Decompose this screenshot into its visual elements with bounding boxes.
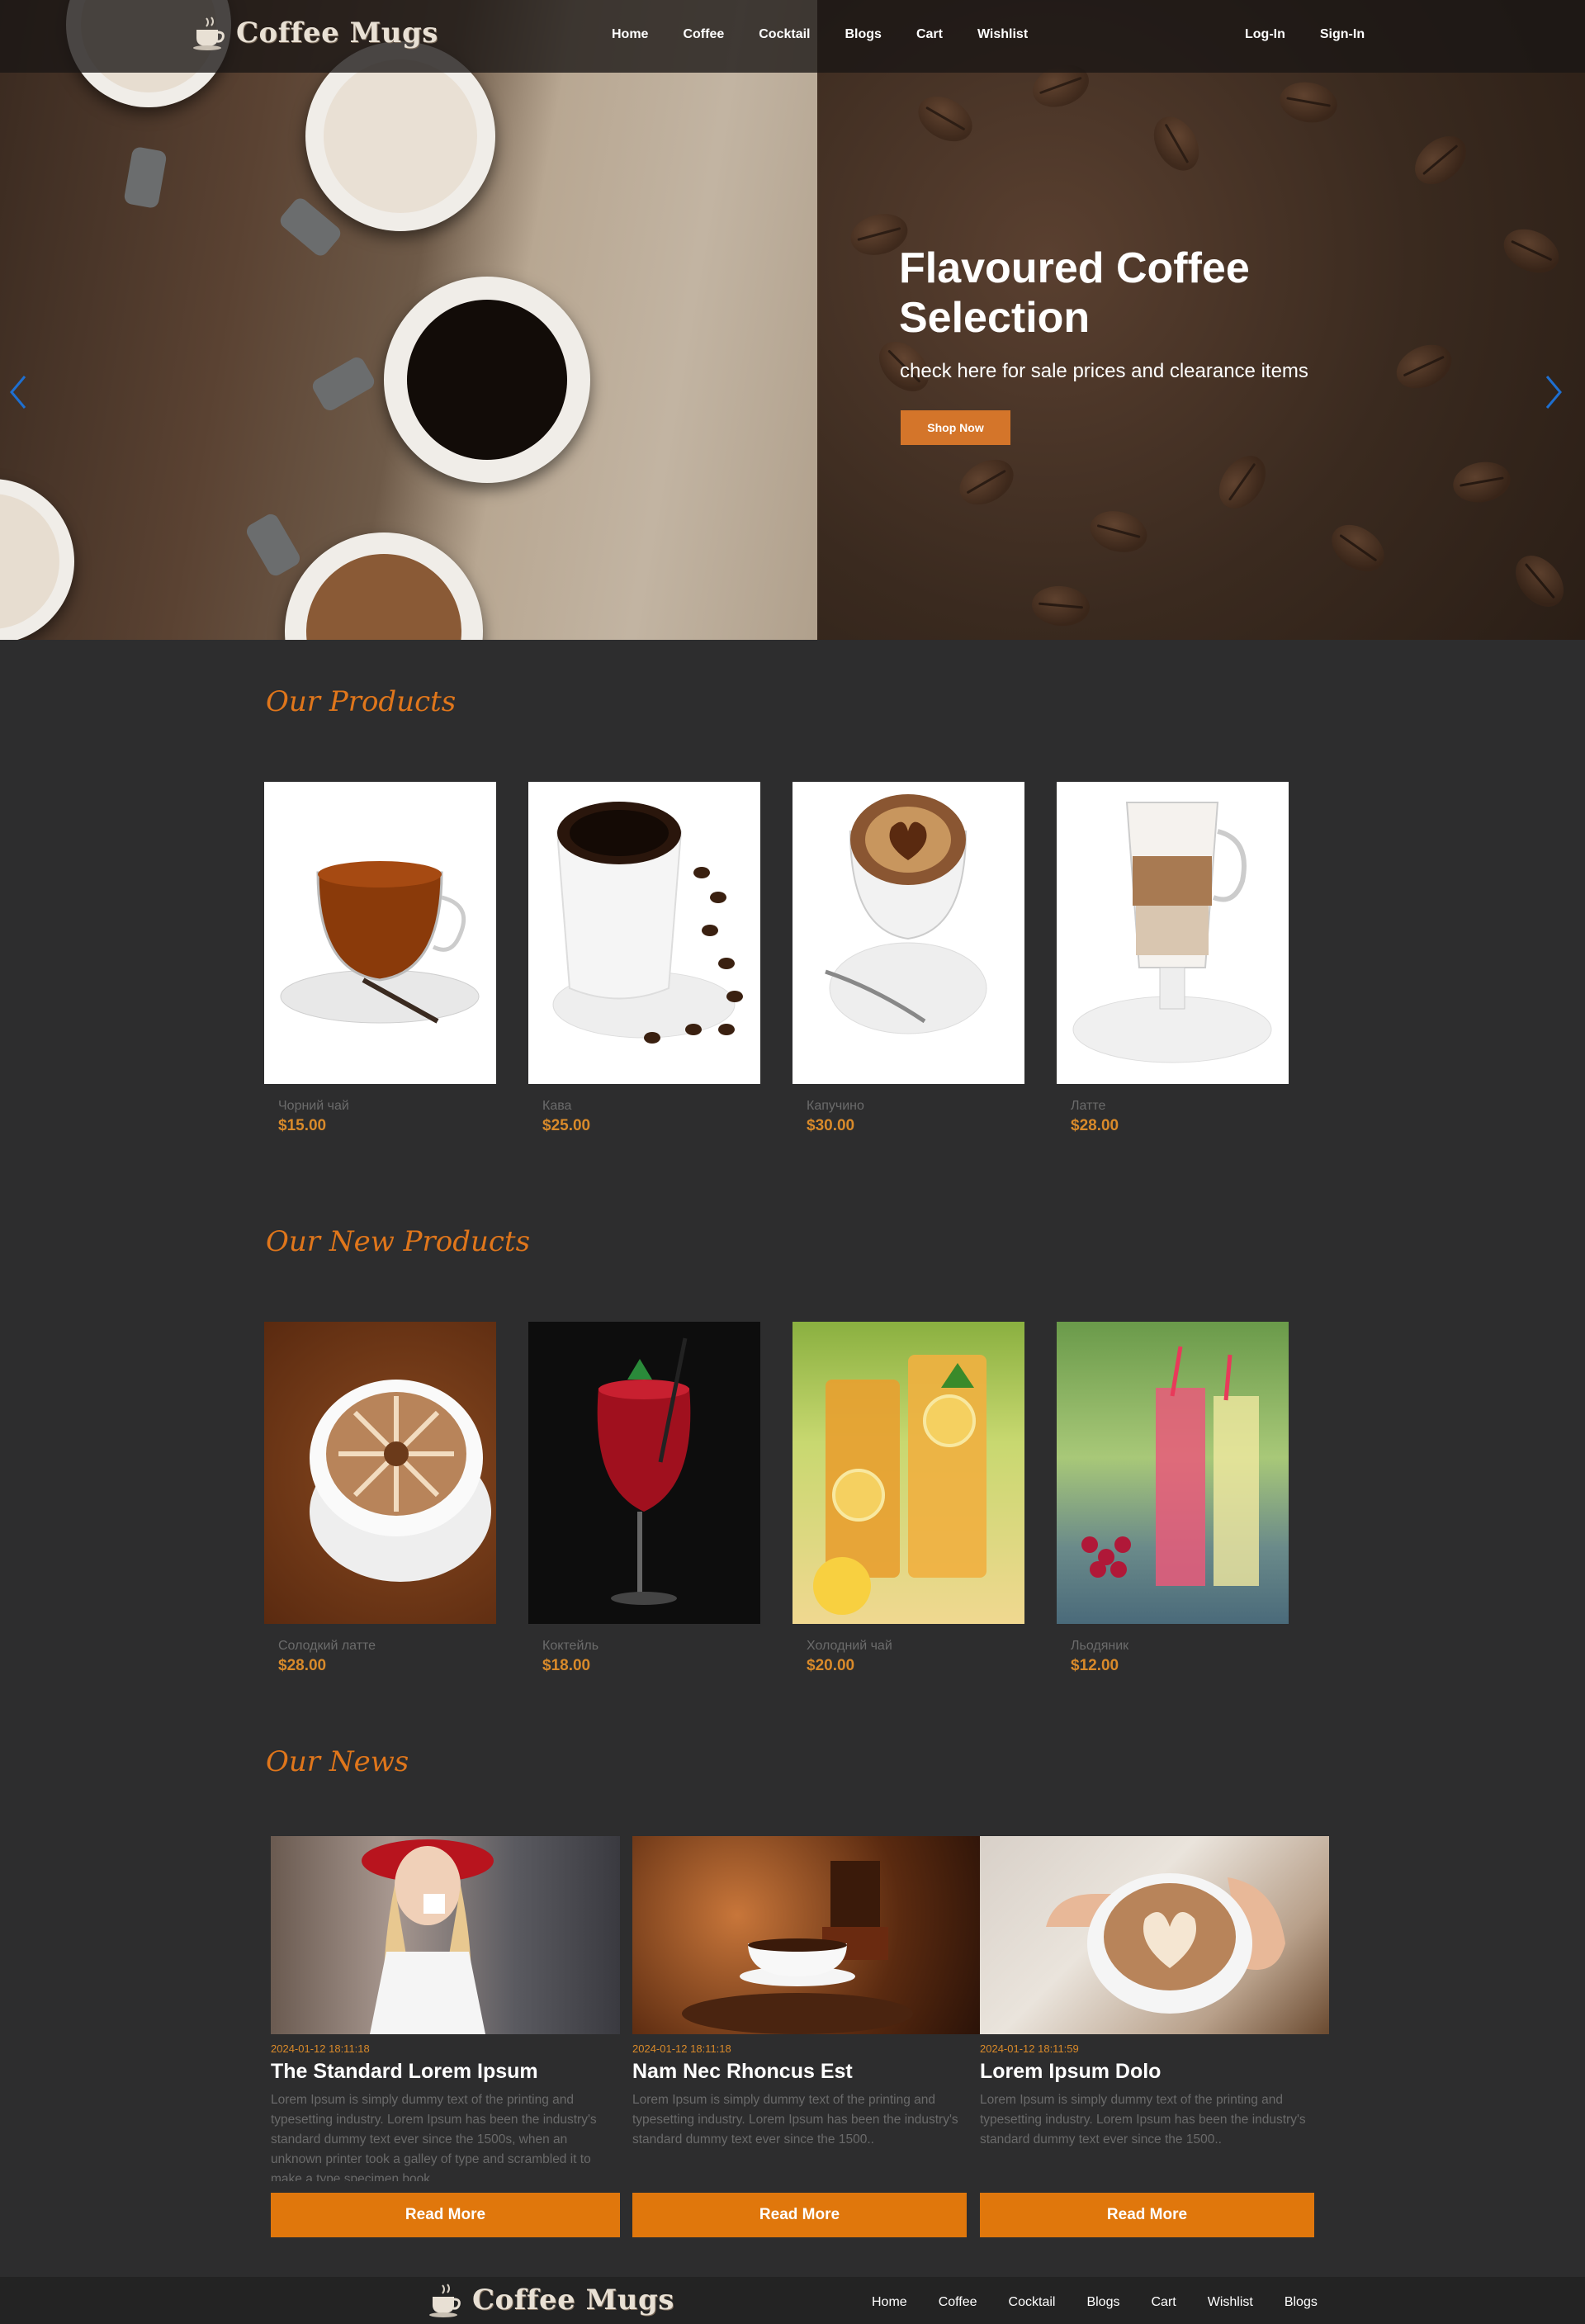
hero-slider: Flavoured Coffee Selection check here fo…: [0, 0, 1585, 640]
footer-nav-blogs-2[interactable]: Blogs: [1285, 2295, 1318, 2310]
signin-link[interactable]: Sign-In: [1320, 27, 1365, 42]
news-card: 2024-01-12 18:11:18 Nam Nec Rhoncus Est …: [632, 1836, 982, 2181]
footer-nav-wishlist[interactable]: Wishlist: [1208, 2295, 1253, 2310]
cup-image: [0, 479, 74, 640]
cup-handle: [123, 145, 168, 210]
nav-home[interactable]: Home: [612, 27, 648, 42]
products-section-title: Our Products: [266, 685, 457, 718]
news-image[interactable]: [980, 1836, 1329, 2034]
product-name: Льодяник: [1071, 1639, 1129, 1653]
cup-handle: [277, 195, 344, 259]
product-card[interactable]: Коктейль $18.00: [528, 1322, 760, 1675]
news-excerpt: Lorem Ipsum is simply dummy text of the …: [271, 2093, 597, 2181]
nav-cart[interactable]: Cart: [916, 27, 943, 42]
product-name: Коктейль: [542, 1639, 599, 1653]
read-more-button[interactable]: Read More: [271, 2193, 620, 2237]
cup-handle: [310, 354, 377, 414]
product-image[interactable]: [1057, 782, 1289, 1084]
nav-blogs[interactable]: Blogs: [845, 27, 881, 42]
new-products-section-title: Our New Products: [266, 1225, 531, 1258]
product-card[interactable]: Льодяник $12.00: [1057, 1322, 1289, 1675]
news-card: 2024-01-12 18:11:18 The Standard Lorem I…: [271, 1836, 620, 2181]
news-image[interactable]: [632, 1836, 982, 2034]
product-image[interactable]: [264, 782, 496, 1084]
product-image[interactable]: [528, 782, 760, 1084]
news-title[interactable]: The Standard Lorem Ipsum: [271, 2060, 620, 2084]
footer-nav-coffee[interactable]: Coffee: [939, 2295, 977, 2310]
product-name: Латте: [1071, 1099, 1106, 1113]
footer-nav: Home Coffee Cocktail Blogs Cart Wishlist…: [872, 2295, 1318, 2310]
main-nav: Home Coffee Cocktail Blogs Cart Wishlist: [612, 27, 1028, 42]
login-link[interactable]: Log-In: [1245, 27, 1285, 42]
footer-nav-cocktail[interactable]: Cocktail: [1009, 2295, 1056, 2310]
nav-wishlist[interactable]: Wishlist: [977, 27, 1028, 42]
news-excerpt: Lorem Ipsum is simply dummy text of the …: [980, 2093, 1306, 2147]
news-date: 2024-01-12 18:11:18: [632, 2042, 731, 2055]
news-title[interactable]: Lorem Ipsum Dolo: [980, 2060, 1329, 2084]
news-image[interactable]: [271, 1836, 620, 2034]
cup-image: [384, 277, 590, 483]
read-more-button[interactable]: Read More: [980, 2193, 1314, 2237]
product-name: Холодний чай: [807, 1639, 892, 1653]
footer: Coffee Mugs Home Coffee Cocktail Blogs C…: [0, 2277, 1585, 2324]
product-price: $18.00: [542, 1657, 591, 1674]
product-name: Капучино: [807, 1099, 864, 1113]
coffee-cup-icon: [429, 2284, 461, 2317]
logo-text: Coffee Mugs: [236, 17, 438, 50]
read-more-button[interactable]: Read More: [632, 2193, 967, 2237]
product-price: $12.00: [1071, 1657, 1119, 1674]
auth-nav: Log-In Sign-In: [1245, 27, 1365, 42]
hero-subtitle: check here for sale prices and clearance…: [900, 360, 1308, 382]
hero-title: Flavoured Coffee Selection: [899, 244, 1250, 342]
product-price: $28.00: [278, 1657, 327, 1674]
top-navbar: Coffee Mugs Home Coffee Cocktail Blogs C…: [0, 0, 1585, 73]
hero-image-cups: [0, 0, 817, 640]
nav-cocktail[interactable]: Cocktail: [759, 27, 810, 42]
product-price: $15.00: [278, 1117, 327, 1134]
product-image[interactable]: [792, 782, 1024, 1084]
footer-logo[interactable]: Coffee Mugs: [428, 2282, 674, 2318]
product-price: $25.00: [542, 1117, 591, 1134]
product-image[interactable]: [792, 1322, 1024, 1624]
news-title[interactable]: Nam Nec Rhoncus Est: [632, 2060, 982, 2084]
product-card[interactable]: Кава $25.00: [528, 782, 760, 1135]
nav-coffee[interactable]: Coffee: [683, 27, 724, 42]
footer-nav-home[interactable]: Home: [872, 2295, 907, 2310]
next-slide-arrow-icon[interactable]: [1540, 372, 1565, 413]
cup-image: [285, 532, 483, 640]
product-card[interactable]: Чорний чай $15.00: [264, 782, 496, 1135]
product-card[interactable]: Капучино $30.00: [792, 782, 1024, 1135]
news-excerpt: Lorem Ipsum is simply dummy text of the …: [632, 2093, 958, 2147]
product-name: Солодкий латте: [278, 1639, 376, 1653]
cup-handle: [244, 511, 303, 579]
shop-now-button[interactable]: Shop Now: [901, 410, 1010, 445]
news-section-title: Our News: [266, 1745, 409, 1778]
news-date: 2024-01-12 18:11:18: [271, 2042, 370, 2055]
product-image[interactable]: [264, 1322, 496, 1624]
footer-logo-text: Coffee Mugs: [472, 2284, 674, 2317]
product-price: $28.00: [1071, 1117, 1119, 1134]
product-name: Кава: [542, 1099, 572, 1113]
product-image[interactable]: [528, 1322, 760, 1624]
product-price: $30.00: [807, 1117, 855, 1134]
product-card[interactable]: Холодний чай $20.00: [792, 1322, 1024, 1675]
product-price: $20.00: [807, 1657, 855, 1674]
prev-slide-arrow-icon[interactable]: [7, 372, 31, 413]
coffee-cup-icon: [193, 17, 225, 50]
product-image[interactable]: [1057, 1322, 1289, 1624]
product-card[interactable]: Солодкий латте $28.00: [264, 1322, 496, 1675]
footer-nav-blogs[interactable]: Blogs: [1086, 2295, 1119, 2310]
site-logo[interactable]: Coffee Mugs: [192, 15, 438, 51]
news-date: 2024-01-12 18:11:59: [980, 2042, 1079, 2055]
footer-nav-cart[interactable]: Cart: [1151, 2295, 1176, 2310]
news-card: 2024-01-12 18:11:59 Lorem Ipsum Dolo Lor…: [980, 1836, 1329, 2181]
product-card[interactable]: Латте $28.00: [1057, 782, 1289, 1135]
product-name: Чорний чай: [278, 1099, 349, 1113]
